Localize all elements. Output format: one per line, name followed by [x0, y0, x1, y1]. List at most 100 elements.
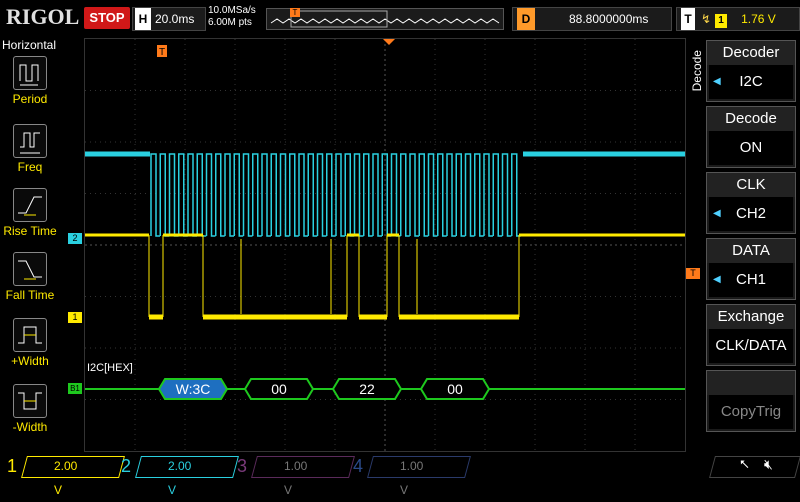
trigger-display[interactable]: T ↯ 1 1.76 V [676, 7, 800, 31]
pos-width-icon [13, 318, 47, 352]
exchange-button[interactable]: Exchange CLK/DATA [706, 304, 796, 366]
clk-head: CLK [707, 173, 795, 197]
clock-pulse [372, 153, 382, 237]
clock-pulse [492, 153, 503, 237]
decode-menu-title: Decode [690, 50, 704, 92]
clock-pulse [335, 153, 345, 237]
acquisition-info: 10.0MSa/s 6.00M pts [208, 5, 256, 29]
ch1-marker[interactable]: 1 [68, 312, 82, 323]
ch4-status[interactable]: 4 1.00 V [350, 454, 471, 497]
data-source-button[interactable]: DATA ◀ CH1 [706, 238, 796, 300]
decoder-value: I2C [739, 73, 763, 90]
copytrig-value: CopyTrig [709, 395, 793, 429]
trigger-level: 1.76 V [741, 12, 776, 26]
waveform-canvas: W:3C 00 22 00 I2C[HEX] T [85, 39, 685, 451]
run-stop-status[interactable]: STOP [84, 7, 130, 29]
ch2-scale: 2.00 V [168, 459, 192, 497]
bus-packet-3: 00 [447, 381, 463, 397]
clock-pulse [279, 153, 290, 237]
clock-pulse [289, 153, 299, 237]
trigger-level-marker[interactable]: T [686, 268, 700, 279]
decode-toggle-button[interactable]: Decode ON [706, 106, 796, 168]
clock-pulse [150, 153, 160, 237]
measure-neg-width-label: -Width [12, 420, 48, 434]
trigger-position-marker: T [290, 8, 300, 17]
clock-pulse [224, 153, 234, 237]
measure-pos-width-label: +Width [11, 354, 49, 368]
bus-decode-trace: W:3C 00 22 00 [85, 378, 685, 400]
copytrig-button[interactable]: CopyTrig [706, 370, 796, 432]
clock-pulse [363, 153, 373, 237]
period-icon [13, 56, 47, 90]
delay-display[interactable]: D 88.8000000ms [512, 7, 672, 31]
timebase-display[interactable]: H 20.0ms [132, 7, 206, 31]
decode-value: ON [709, 131, 793, 165]
waveform-display[interactable]: W:3C 00 22 00 I2C[HEX] T [84, 38, 686, 452]
delay-label: D [517, 8, 535, 30]
clk-value: CH2 [735, 205, 766, 222]
bus-label: I2C[HEX] [87, 362, 133, 374]
ch2-marker[interactable]: 2 [68, 233, 82, 244]
clock-pulse [511, 153, 521, 237]
data-head: DATA [707, 239, 795, 263]
clock-pulse [427, 153, 438, 237]
measure-fall-time[interactable]: Fall Time [0, 252, 60, 302]
clock-pulse [400, 153, 410, 237]
exchange-value: CLK/DATA [709, 329, 793, 363]
ch4-number: 4 [352, 456, 363, 476]
exchange-head: Exchange [707, 305, 795, 329]
bus-packet-1: 00 [271, 381, 287, 397]
clock-pulse [298, 153, 308, 237]
usb-icon: ⭦ [740, 456, 750, 472]
clock-pulse [437, 153, 447, 237]
top-status-bar: RIGOL STOP H 20.0ms 10.0MSa/s 6.00M pts T… [0, 0, 800, 36]
measure-rise-time[interactable]: Rise Time [0, 188, 60, 238]
clock-pulse [464, 153, 475, 237]
neg-width-icon [13, 384, 47, 418]
copytrig-head [707, 371, 795, 395]
clock-pulse [270, 153, 281, 237]
clock-pulse [316, 153, 327, 237]
clock-pulse [261, 153, 271, 237]
clock-pulse [455, 153, 466, 237]
speaker-mute-icon[interactable]: 🔇︎ [764, 456, 773, 473]
memory-depth: 6.00M pts [208, 17, 252, 28]
measure-freq-label: Freq [17, 160, 43, 174]
ch1-status[interactable]: 1 2.00 V [4, 454, 125, 497]
channel-status-bar: 1 2.00 V 2 2.00 V 3 1.00 V 4 1.00 V ⭦ 🔇︎ [0, 452, 800, 497]
status-icons-box [709, 456, 800, 478]
ch1-scale: 2.00 V [54, 459, 78, 497]
clock-pulse [344, 153, 355, 237]
clock-pulse [233, 153, 244, 237]
waveform-position-bar [266, 8, 504, 30]
clock-pulse [187, 153, 197, 237]
panel-title: Horizontal [2, 38, 57, 52]
clock-pulse [196, 153, 207, 237]
ch2-status[interactable]: 2 2.00 V [118, 454, 239, 497]
clock-pulse [205, 153, 216, 237]
decoder-button[interactable]: Decoder ◀ I2C [706, 40, 796, 102]
bus-marker[interactable]: B1 [68, 383, 82, 394]
ch3-status[interactable]: 3 1.00 V [234, 454, 355, 497]
rise-time-icon [13, 188, 47, 222]
chevron-left-icon: ◀ [713, 274, 721, 285]
measure-pos-width[interactable]: +Width [0, 318, 60, 368]
clock-pulse [446, 153, 456, 237]
measure-neg-width[interactable]: -Width [0, 384, 60, 434]
clock-pulse [168, 153, 179, 237]
measure-period[interactable]: Period [0, 56, 60, 106]
clock-pulse [252, 153, 262, 237]
clock-pulse [418, 153, 429, 237]
horizontal-measure-panel: Horizontal Period Freq Rise Time Fall Ti… [0, 36, 60, 452]
trigger-label: T [681, 8, 695, 30]
measure-freq[interactable]: Freq [0, 124, 60, 174]
measure-fall-time-label: Fall Time [5, 288, 55, 302]
clock-pulse [409, 153, 419, 237]
clock-pulse [159, 153, 170, 237]
freq-icon [13, 124, 47, 158]
clock-pulse [242, 153, 253, 237]
bus-packet-2: 22 [359, 381, 375, 397]
ch3-number: 3 [236, 456, 247, 476]
clk-source-button[interactable]: CLK ◀ CH2 [706, 172, 796, 234]
decoder-head: Decoder [707, 41, 795, 65]
